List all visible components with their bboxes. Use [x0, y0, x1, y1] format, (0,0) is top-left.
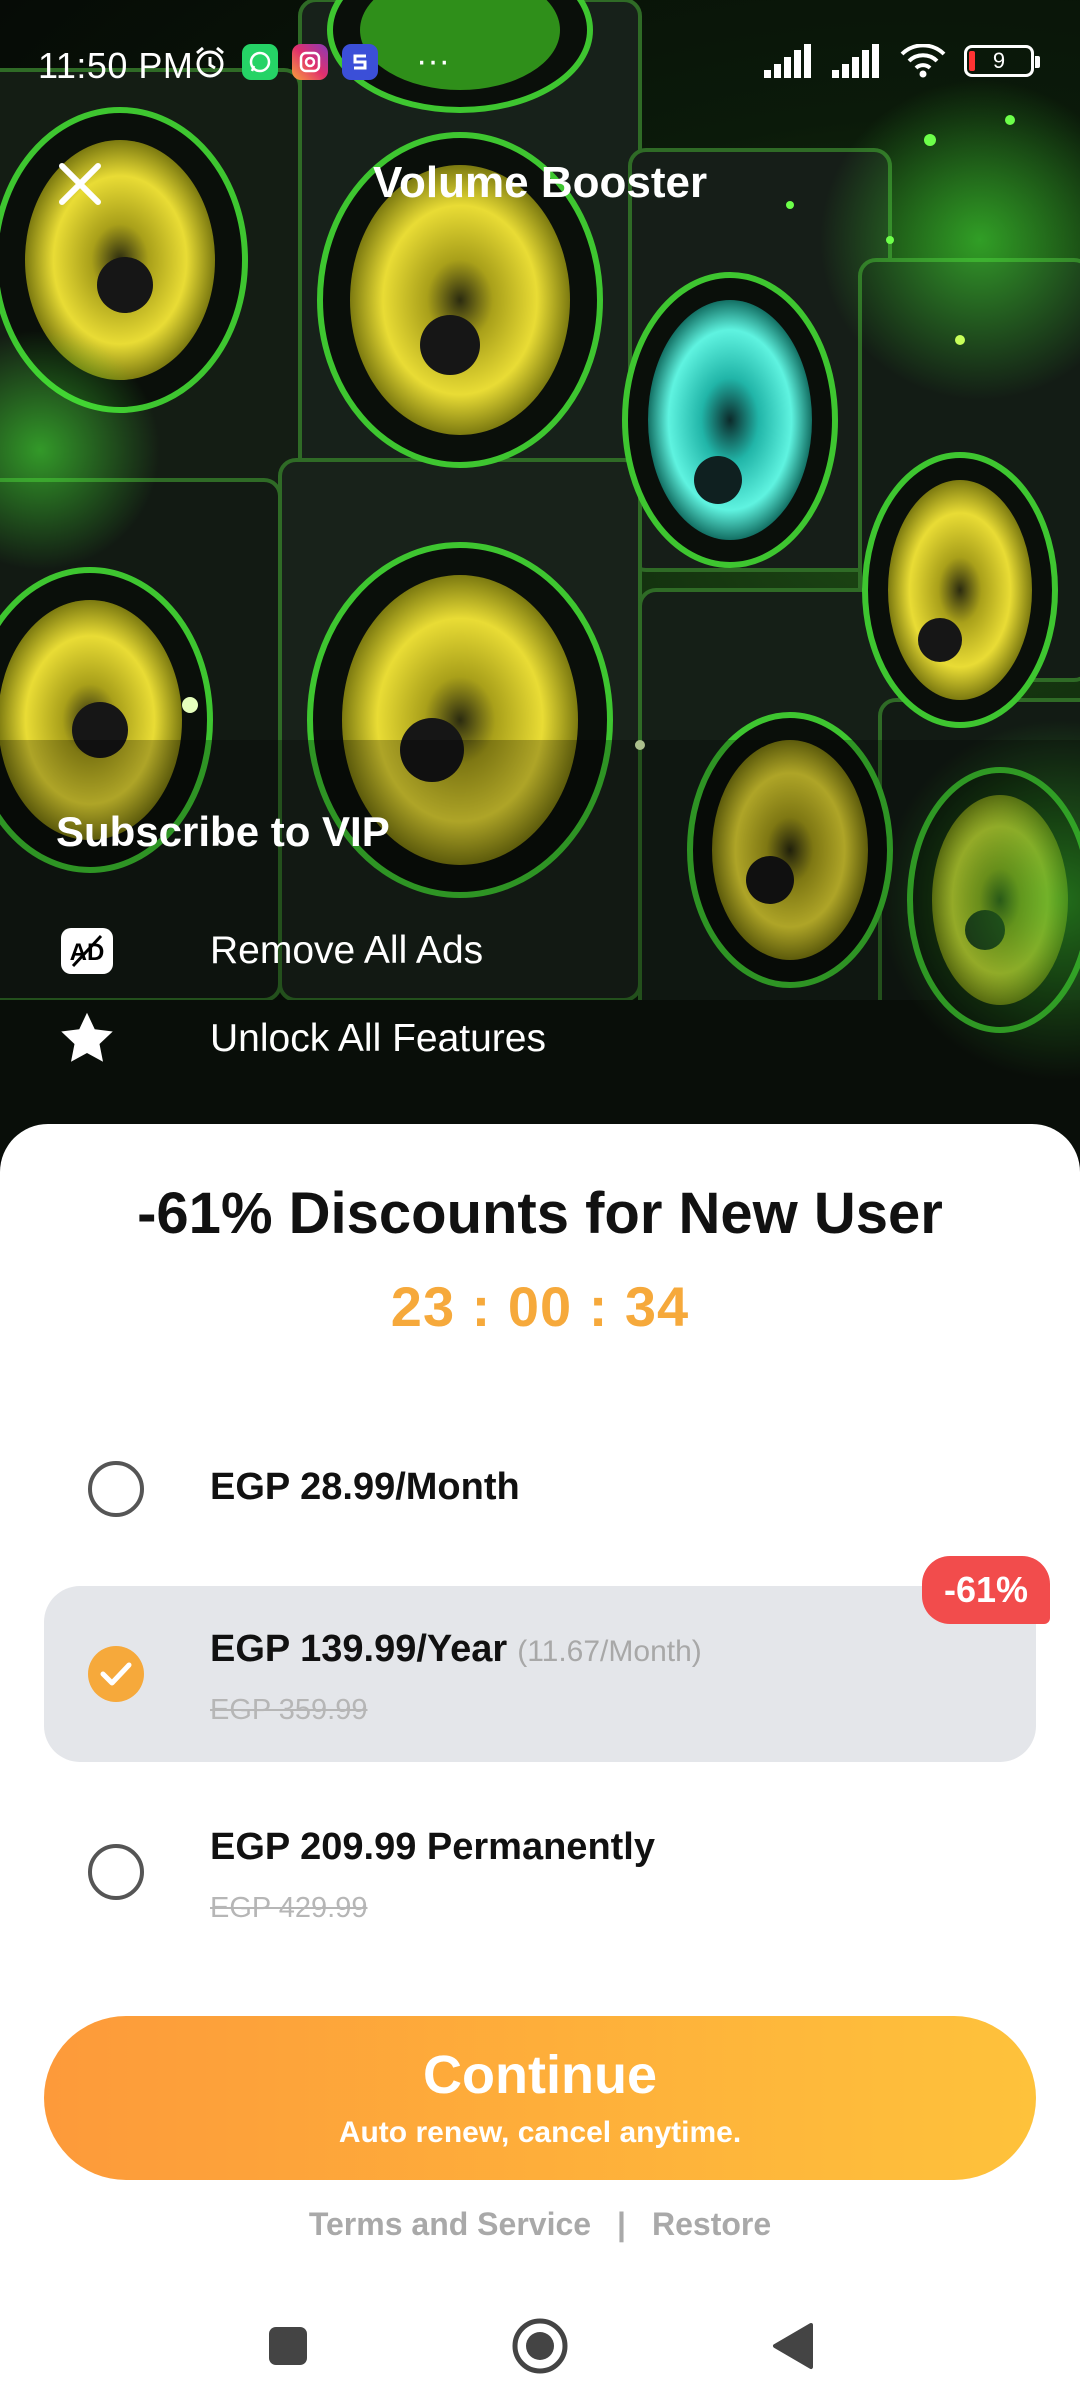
plan-per-month: (11.67/Month) — [517, 1635, 702, 1668]
plan-original-price: EGP 429.99 — [210, 1892, 368, 1924]
status-bar: 11:50 PM ··· 9 — [0, 0, 1080, 130]
notification-icons: ··· — [192, 42, 450, 81]
system-icons: 9 — [764, 44, 1040, 78]
radio-unchecked[interactable] — [88, 1844, 144, 1900]
plan-price: EGP 28.99/Month — [210, 1466, 520, 1508]
continue-label: Continue — [423, 2045, 657, 2105]
plan-yearly[interactable]: EGP 139.99/Year (11.67/Month) EGP 359.99 … — [44, 1556, 1050, 1762]
radio-unchecked[interactable] — [88, 1461, 144, 1517]
feature-label: Unlock All Features — [210, 1017, 546, 1060]
vip-title: Subscribe to VIP — [56, 808, 390, 855]
whatsapp-icon — [242, 43, 278, 80]
plan-permanent[interactable]: EGP 209.99 Permanently EGP 429.99 — [44, 1784, 1036, 1960]
status-time: 11:50 PM — [38, 45, 194, 86]
no-ads-icon: AD — [56, 920, 118, 982]
discount-badge: -61% — [922, 1556, 1050, 1624]
footer-links: Terms and Service | Restore — [0, 2206, 1080, 2243]
alarm-icon — [192, 44, 228, 80]
feature-label: Remove All Ads — [210, 929, 484, 972]
back-button[interactable] — [760, 2314, 824, 2378]
back-icon — [773, 2323, 813, 2369]
wifi-icon — [900, 44, 946, 78]
feature-unlock-all: Unlock All Features — [56, 1008, 546, 1070]
continue-button[interactable]: Continue Auto renew, cancel anytime. — [44, 2016, 1036, 2180]
star-icon — [56, 1008, 118, 1070]
terms-link[interactable]: Terms and Service — [309, 2206, 591, 2243]
signal-icon — [832, 44, 879, 78]
home-icon — [512, 2318, 568, 2374]
more-notifications: ··· — [416, 42, 450, 80]
restore-link[interactable]: Restore — [652, 2206, 771, 2243]
home-button[interactable] — [508, 2314, 572, 2378]
discount-headline: -61% Discounts for New User — [137, 1181, 943, 1246]
hero-banner: 11:50 PM ··· 9 Volume Booster Subscribe … — [0, 0, 1080, 1160]
continue-sublabel: Auto renew, cancel anytime. — [338, 2116, 742, 2149]
recents-button[interactable] — [256, 2314, 320, 2378]
battery-icon: 9 — [964, 45, 1040, 77]
footer-separator: | — [617, 2206, 626, 2242]
system-nav-bar — [0, 2300, 1080, 2400]
countdown-timer: 23 : 00 : 34 — [390, 1275, 690, 1338]
recents-icon — [269, 2327, 307, 2365]
plan-price-text: EGP 139.99/Year — [210, 1628, 508, 1670]
app-title: Volume Booster — [372, 158, 708, 207]
check-icon — [100, 1662, 132, 1686]
radio-checked[interactable] — [88, 1646, 144, 1702]
feature-remove-ads: AD Remove All Ads — [56, 920, 483, 982]
app-icon — [342, 43, 378, 80]
plan-original-price: EGP 359.99 — [210, 1694, 368, 1726]
plan-price: EGP 139.99/Year (11.67/Month) — [210, 1628, 702, 1671]
subscription-sheet: -61% Discounts for New User 23 : 00 : 34… — [0, 1124, 1080, 2400]
battery-level: 9 — [992, 48, 1006, 73]
plan-price: EGP 209.99 Permanently — [210, 1826, 655, 1868]
signal-icon — [764, 44, 811, 78]
instagram-icon — [292, 43, 328, 80]
plan-monthly[interactable]: EGP 28.99/Month — [44, 1414, 1036, 1564]
